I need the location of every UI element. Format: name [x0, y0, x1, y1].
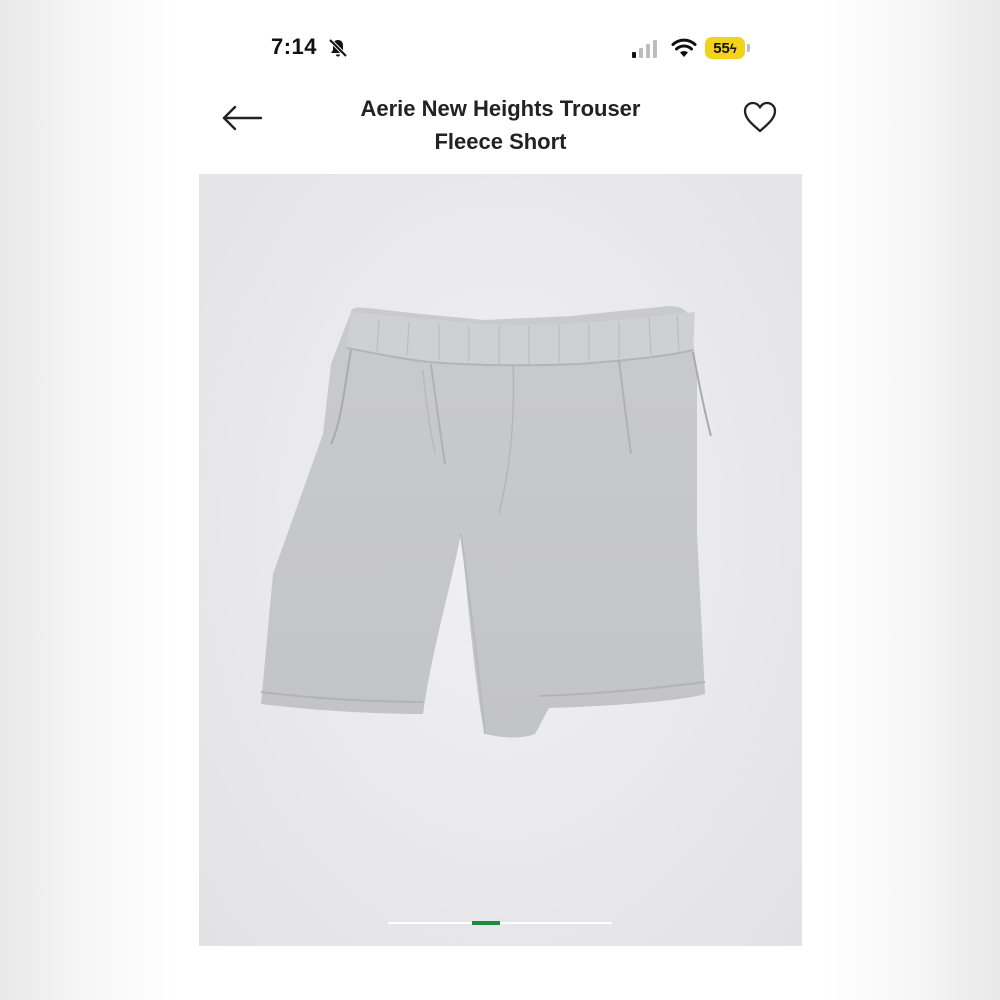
bell-slash-icon	[328, 38, 348, 58]
status-bar: 7:14 55 ϟ	[199, 0, 802, 96]
favorite-button[interactable]	[742, 100, 778, 134]
product-image[interactable]	[199, 174, 802, 946]
page-title: Aerie New Heights Trouser Fleece Short	[319, 92, 682, 158]
bolt-icon: ϟ	[729, 40, 737, 56]
signal-icon	[632, 40, 657, 58]
carousel-active-indicator	[472, 921, 500, 925]
phone-screen: 7:14 55 ϟ Aerie New Heights Trouser Flee…	[199, 0, 802, 1000]
battery-tip	[747, 44, 750, 52]
status-time: 7:14	[271, 34, 318, 59]
product-photo-shorts	[260, 306, 712, 738]
battery-level: 55	[713, 39, 730, 57]
battery-charging-icon: 55 ϟ	[705, 37, 745, 59]
image-carousel-indicator[interactable]	[388, 921, 612, 925]
back-button[interactable]	[221, 102, 265, 134]
product-header: Aerie New Heights Trouser Fleece Short	[199, 84, 802, 174]
page-title-line2: Fleece Short	[434, 129, 567, 154]
wifi-icon	[671, 38, 697, 57]
carousel-track	[388, 922, 612, 924]
page-title-line1: Aerie New Heights Trouser	[360, 96, 641, 121]
arrow-left-icon	[222, 105, 263, 131]
heart-icon	[743, 101, 777, 133]
